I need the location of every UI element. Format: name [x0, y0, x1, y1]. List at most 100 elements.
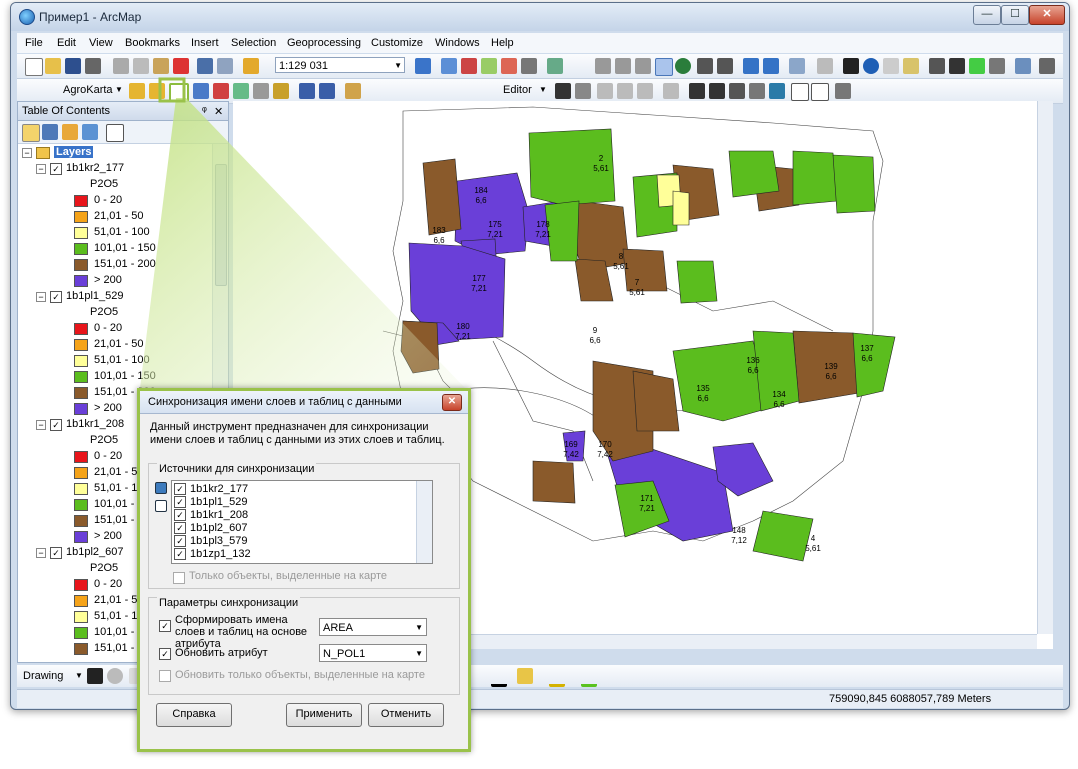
split-tool-icon[interactable] — [749, 83, 765, 99]
maximize-button[interactable]: ☐ — [1001, 5, 1029, 25]
trace-icon[interactable] — [637, 83, 653, 99]
list-by-drawing-order-icon[interactable] — [22, 124, 40, 142]
fixed-zoom-out-icon[interactable] — [717, 58, 733, 74]
hyperlink-icon[interactable] — [883, 58, 899, 74]
layer-visibility-checkbox[interactable]: ✓ — [50, 291, 62, 303]
layer-collapse-icon[interactable]: − — [36, 548, 46, 558]
toc-layer-name[interactable]: 1b1pl1_529 — [66, 290, 124, 302]
editor-menu[interactable]: Editor — [503, 84, 532, 96]
update-attr-combo[interactable]: N_POL1 ▼ — [319, 644, 427, 662]
print-icon[interactable] — [85, 58, 101, 74]
agrokarta-tool-7-icon[interactable] — [319, 83, 335, 99]
edit-tool-icon[interactable] — [555, 83, 571, 99]
end-point-arc-icon[interactable] — [617, 83, 633, 99]
menu-help[interactable]: Help — [491, 37, 514, 49]
only-selected-checkbox[interactable] — [173, 572, 185, 584]
menu-view[interactable]: View — [89, 37, 113, 49]
create-features-icon[interactable] — [835, 83, 851, 99]
list-by-selection-icon[interactable] — [82, 124, 98, 140]
layer-collapse-icon[interactable]: − — [36, 164, 46, 174]
agrokarta-tool-6-icon[interactable] — [299, 83, 315, 99]
toc-scroll-thumb[interactable] — [215, 164, 227, 286]
search-window-icon[interactable] — [481, 58, 497, 74]
html-popup-icon[interactable] — [903, 58, 919, 74]
fill-color-icon[interactable] — [517, 668, 533, 684]
agrokarta-tool-4-icon[interactable] — [253, 83, 269, 99]
zoom-in-icon[interactable] — [595, 58, 611, 74]
pin-icon[interactable]: ᵠ — [202, 105, 207, 117]
dialog-close-button[interactable]: ✕ — [442, 394, 462, 411]
sync-layer-names-icon[interactable] — [169, 83, 189, 103]
straight-segment-icon[interactable] — [597, 83, 613, 99]
attributes-icon[interactable] — [791, 83, 809, 101]
map-vertical-scrollbar[interactable] — [1037, 101, 1053, 634]
source-list-item[interactable]: ✓ 1b1pl1_529 — [174, 496, 248, 509]
minimize-button[interactable]: — — [973, 5, 1001, 25]
agrokarta-tool-8-icon[interactable] — [345, 83, 361, 99]
delete-icon[interactable] — [173, 58, 189, 74]
cut-icon[interactable] — [113, 58, 129, 74]
source-checkbox[interactable]: ✓ — [174, 509, 186, 522]
toc-layer-name[interactable]: 1b1kr1_208 — [66, 418, 124, 430]
pan-icon[interactable] — [655, 58, 673, 76]
source-checkbox[interactable]: ✓ — [174, 535, 186, 548]
point-icon[interactable] — [663, 83, 679, 99]
rotate-icon[interactable] — [769, 83, 785, 99]
select-features-icon[interactable] — [789, 58, 805, 74]
layer-visibility-checkbox[interactable]: ✓ — [50, 419, 62, 431]
agrokarta-tool-3-icon[interactable] — [233, 83, 249, 99]
agrokarta-layers-2-icon[interactable] — [149, 83, 165, 99]
menu-edit[interactable]: Edit — [57, 37, 76, 49]
marker-color-icon[interactable] — [581, 668, 597, 687]
toc-layer-name[interactable]: 1b1kr2_177 — [66, 162, 124, 174]
unselect-all-icon[interactable] — [155, 500, 167, 512]
cancel-button[interactable]: Отменить — [368, 703, 444, 727]
form-names-checkbox[interactable]: ✓ — [159, 620, 171, 632]
agrokarta-layers-icon[interactable] — [129, 83, 145, 99]
close-button[interactable]: ✕ — [1029, 5, 1065, 25]
layer-collapse-icon[interactable]: − — [36, 420, 46, 430]
source-list-item[interactable]: ✓ 1b1kr2_177 — [174, 483, 248, 496]
python-icon[interactable] — [521, 58, 537, 74]
rotate-element-icon[interactable] — [107, 668, 123, 684]
full-extent-icon[interactable] — [675, 58, 691, 74]
create-viewer-icon[interactable] — [1039, 58, 1055, 74]
zoom-out-icon[interactable] — [615, 58, 631, 74]
arctoolbox-icon[interactable] — [501, 58, 517, 74]
sources-scrollbar[interactable] — [416, 481, 432, 563]
update-attr-checkbox[interactable]: ✓ — [159, 648, 171, 660]
toc-options-icon[interactable] — [106, 124, 124, 142]
agrokarta-tool-5-icon[interactable] — [273, 83, 289, 99]
back-extent-icon[interactable] — [743, 58, 759, 74]
source-list-item[interactable]: ✓ 1b1kr1_208 — [174, 509, 248, 522]
fixed-zoom-in-icon[interactable] — [697, 58, 713, 74]
form-names-combo[interactable]: AREA ▼ — [319, 618, 427, 636]
clear-selection-icon[interactable] — [817, 58, 833, 74]
agrokarta-menu[interactable]: AgroKarta — [63, 84, 113, 96]
find-route-icon[interactable] — [969, 58, 985, 74]
update-selected-checkbox[interactable] — [159, 670, 171, 682]
model-builder-icon[interactable] — [547, 58, 563, 74]
agrokarta-tool-2-icon[interactable] — [213, 83, 229, 99]
sketch-properties-icon[interactable] — [811, 83, 829, 101]
source-list-item[interactable]: ✓ 1b1zp1_132 — [174, 548, 251, 561]
layer-visibility-checkbox[interactable]: ✓ — [50, 547, 62, 559]
menu-geoprocessing[interactable]: Geoprocessing — [287, 37, 361, 49]
menu-insert[interactable]: Insert — [191, 37, 219, 49]
new-document-icon[interactable] — [25, 58, 43, 76]
edit-annotation-icon[interactable] — [575, 83, 591, 99]
source-checkbox[interactable]: ✓ — [174, 483, 186, 496]
editor-toolbar-icon[interactable] — [415, 58, 431, 74]
paste-icon[interactable] — [153, 58, 169, 74]
copy-icon[interactable] — [133, 58, 149, 74]
forward-extent-icon[interactable] — [763, 58, 779, 74]
help-button[interactable]: Справка — [156, 703, 232, 727]
toc-layer-name[interactable]: 1b1pl2_607 — [66, 546, 124, 558]
undo-icon[interactable] — [197, 58, 213, 74]
menu-file[interactable]: File — [25, 37, 43, 49]
menu-windows[interactable]: Windows — [435, 37, 480, 49]
toc-root-layers[interactable]: Layers — [54, 146, 94, 158]
add-data-icon[interactable] — [243, 58, 259, 74]
menu-customize[interactable]: Customize — [371, 37, 423, 49]
reshape-icon[interactable] — [709, 83, 725, 99]
